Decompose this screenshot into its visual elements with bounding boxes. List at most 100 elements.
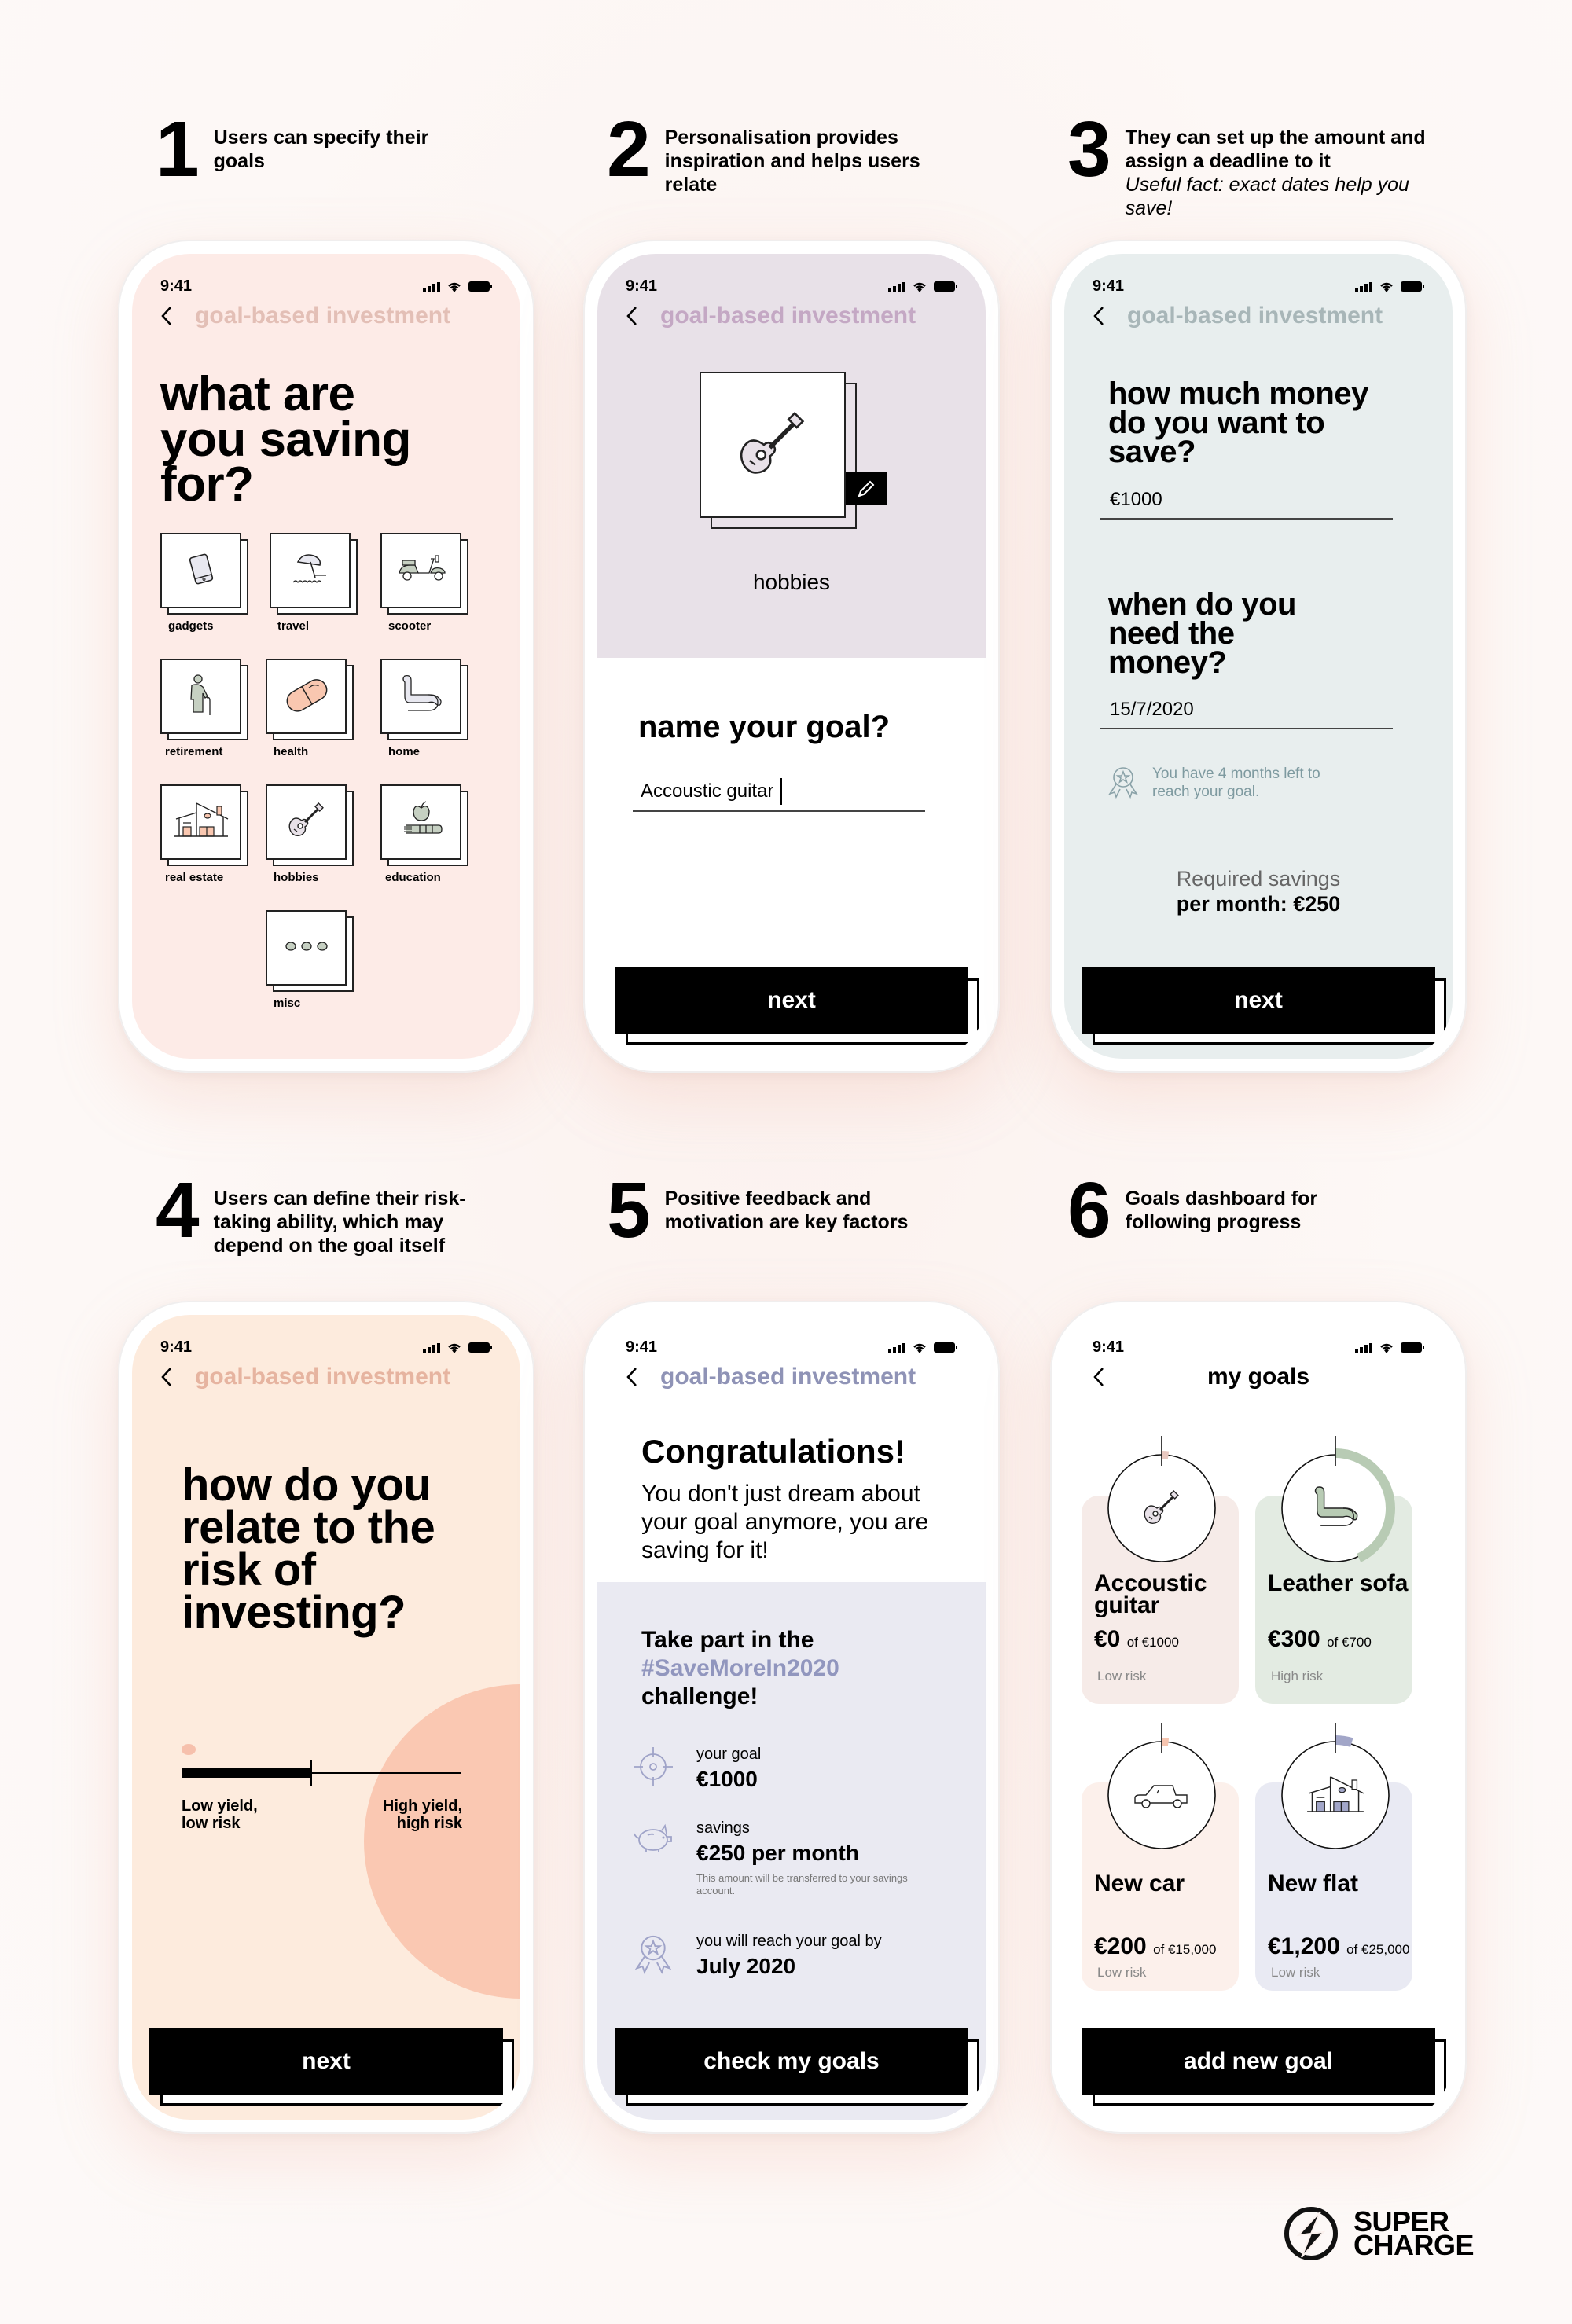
category-label: misc xyxy=(274,997,301,1010)
selected-category-tile[interactable] xyxy=(700,372,887,537)
next-button[interactable]: next xyxy=(1082,967,1435,1034)
goal-target: of €15,000 xyxy=(1153,1942,1217,1957)
step-description: Positive feedback and motivation are key… xyxy=(664,1188,909,1233)
nav-bar: goal-based investment xyxy=(621,1364,970,1390)
goal-label: your goal xyxy=(696,1746,762,1763)
phone-goal-categories: 9:41 goal-based investment what are you … xyxy=(118,240,534,1073)
step-3-header: 3 They can set up the amount and assign … xyxy=(1067,110,1432,220)
slider-handle[interactable] xyxy=(309,1760,312,1786)
scooter-icon xyxy=(396,551,446,591)
category-label: gadgets xyxy=(168,619,214,633)
goal-saved: €1,200 xyxy=(1268,1933,1347,1959)
category-tile-health[interactable] xyxy=(266,659,354,740)
question-heading: name your goal? xyxy=(638,710,891,744)
goal-icon xyxy=(1102,1742,1221,1849)
hint-row: You have 4 months left to reach your goa… xyxy=(1107,765,1341,801)
beach-umbrella-icon xyxy=(288,549,332,593)
goal-icon xyxy=(1102,1455,1221,1562)
category-label: hobbies xyxy=(274,871,319,884)
congrats-title: Congratulations! xyxy=(641,1433,905,1470)
add-new-goal-button[interactable]: add new goal xyxy=(1082,2028,1435,2095)
goal-amount: €1,200 of €25,000 xyxy=(1268,1933,1417,1960)
slider-fill xyxy=(182,1768,310,1778)
phone-risk-level: 9:41 goal-based investment how do you re… xyxy=(118,1301,534,2134)
date-value: 15/7/2020 xyxy=(1110,699,1194,720)
back-button[interactable] xyxy=(621,1364,643,1390)
back-button[interactable] xyxy=(1088,303,1110,329)
low-risk-label: Low yield, low risk xyxy=(182,1797,258,1832)
text-cursor xyxy=(780,778,783,805)
goal-target: of €25,000 xyxy=(1346,1942,1410,1957)
back-button[interactable] xyxy=(621,303,643,329)
step-1-header: 1 Users can specify their goals xyxy=(156,110,457,189)
category-tile-misc[interactable] xyxy=(266,910,354,992)
next-button[interactable]: next xyxy=(615,967,968,1034)
goal-name-input[interactable]: Accoustic guitar xyxy=(633,773,925,812)
chevron-left-icon xyxy=(626,307,637,325)
wifi-icon xyxy=(1380,282,1393,292)
goal-icon xyxy=(1276,1455,1395,1562)
piggy-bank-icon xyxy=(634,1823,672,1852)
step-description: Users can define their risk-taking abili… xyxy=(213,1188,466,1257)
next-button[interactable]: next xyxy=(149,2028,503,2095)
risk-slider[interactable] xyxy=(182,1744,461,1786)
step-5-header: 5 Positive feedback and motivation are k… xyxy=(607,1171,932,1250)
status-bar: 9:41 xyxy=(626,277,957,296)
nav-title: goal-based investment xyxy=(660,303,916,329)
next-button-wrap: next xyxy=(615,967,979,1045)
decorative-circle xyxy=(364,1684,520,1999)
nav-title: goal-based investment xyxy=(1127,303,1383,329)
check-my-goals-button[interactable]: check my goals xyxy=(615,2028,968,2095)
step-description: Goals dashboard for following progress xyxy=(1125,1188,1318,1233)
tablet-icon xyxy=(182,549,221,593)
screen: 9:41 my goals Accoustic guitar €0 of €100… xyxy=(1064,1315,1453,2120)
category-tile-travel[interactable] xyxy=(270,533,358,615)
screen: 9:41 goal-based investment what are you … xyxy=(132,254,520,1059)
category-tile-home[interactable] xyxy=(380,659,468,740)
nav-bar: my goals xyxy=(1088,1364,1437,1390)
edit-button[interactable] xyxy=(846,472,887,505)
challenge-hashtag[interactable]: #SaveMoreIn2020 xyxy=(641,1654,924,1683)
status-time: 9:41 xyxy=(1093,277,1125,295)
signal-icon xyxy=(423,1342,440,1353)
guitar-icon xyxy=(283,797,330,848)
status-time: 9:41 xyxy=(160,1338,193,1356)
chevron-left-icon xyxy=(1093,307,1104,325)
category-tile-real-estate[interactable] xyxy=(160,784,248,866)
progress-ring xyxy=(1102,1433,1221,1568)
progress-ring xyxy=(1102,1720,1221,1855)
phone-congratulations: 9:41 goal-based investment Congratulatio… xyxy=(583,1301,1000,2134)
category-tile-education[interactable] xyxy=(380,784,468,866)
high-risk-label: High yield, high risk xyxy=(382,1797,462,1832)
status-bar: 9:41 xyxy=(160,1338,492,1357)
rocking-chair-icon xyxy=(397,673,446,721)
nav-bar: goal-based investment xyxy=(621,303,970,329)
savings-label: savings xyxy=(696,1819,750,1837)
elderly-person-icon xyxy=(184,673,219,721)
screen: 9:41 goal-based investment how do you re… xyxy=(132,1315,520,2120)
battery-icon xyxy=(934,281,957,292)
progress-ring xyxy=(1276,1433,1395,1568)
category-tile-hobbies[interactable] xyxy=(266,784,354,866)
goal-value: €1000 xyxy=(696,1767,758,1791)
back-button[interactable] xyxy=(156,1364,178,1390)
amount-input[interactable]: €1000 xyxy=(1100,482,1393,520)
question-heading: how do you relate to the risk of investi… xyxy=(182,1459,435,1638)
date-question: when do you need the money? xyxy=(1108,587,1296,681)
battery-icon xyxy=(1401,1342,1424,1353)
nav-bar: goal-based investment xyxy=(156,303,505,329)
goal-target: of €1000 xyxy=(1126,1635,1179,1650)
goal-saved: €200 xyxy=(1094,1933,1154,1959)
goal-saved: €300 xyxy=(1268,1626,1328,1652)
chevron-left-icon xyxy=(626,1368,637,1386)
date-input[interactable]: 15/7/2020 xyxy=(1100,692,1393,729)
step-4-header: 4 Users can define their risk-taking abi… xyxy=(156,1171,512,1257)
nav-bar: goal-based investment xyxy=(1088,303,1437,329)
back-button[interactable] xyxy=(156,303,178,329)
reach-summary-row: you will reach your goal by July 2020 xyxy=(632,1933,882,1979)
category-tile-scooter[interactable] xyxy=(380,533,468,615)
category-tile-gadgets[interactable] xyxy=(160,533,248,615)
step-note: Useful fact: exact dates help you save! xyxy=(1125,174,1409,219)
category-tile-retirement[interactable] xyxy=(160,659,248,740)
step-6-header: 6 Goals dashboard for following progress xyxy=(1067,1171,1361,1250)
